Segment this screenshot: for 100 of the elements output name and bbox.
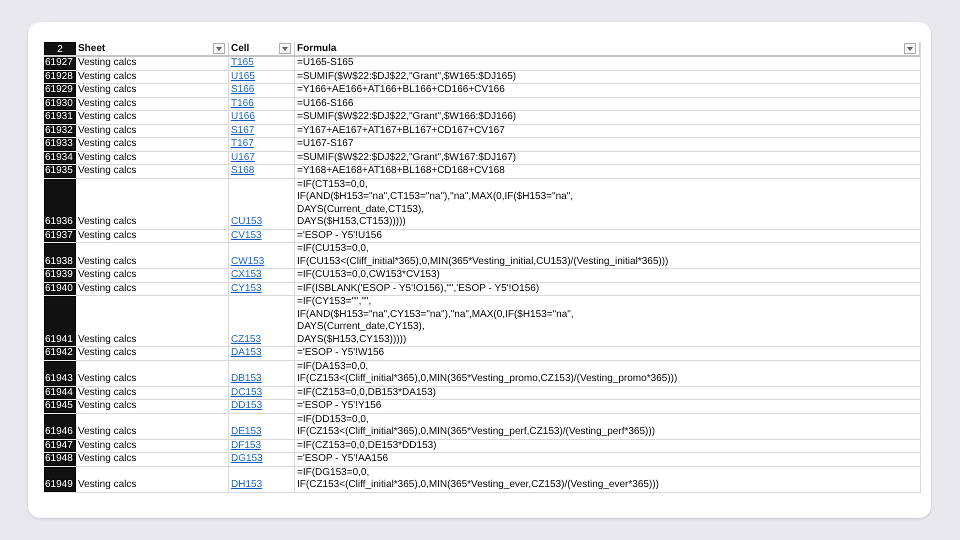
row-number: 61945 xyxy=(44,400,76,412)
caret-icon xyxy=(216,46,222,50)
cell-link[interactable]: S167 xyxy=(231,124,254,137)
table-cell: Vesting calcs xyxy=(78,453,136,466)
row-number: 61946 xyxy=(44,414,76,438)
table-cell: Vesting calcs xyxy=(78,334,136,346)
caret-icon xyxy=(282,46,288,50)
row-number: 61937 xyxy=(44,230,76,242)
formula-text: ='ESOP - Y5'!W156 xyxy=(297,347,386,360)
formula-text: =Y166+AE166+AT166+BL166+CD166+CV166 xyxy=(297,84,506,96)
row-number: 61935 xyxy=(44,165,76,178)
table-cell: Vesting calcs xyxy=(78,70,136,83)
cell-link[interactable]: CV153 xyxy=(231,230,262,242)
formula-text: =IF(DD153=0,0, xyxy=(297,414,370,426)
cell-link[interactable]: DC153 xyxy=(231,386,262,399)
cell-link[interactable]: U166 xyxy=(231,111,255,124)
row-number: 61941 xyxy=(44,296,76,346)
formula-text: DAYS($H153,CY153))))) xyxy=(297,334,408,346)
row-number: 61927 xyxy=(44,57,76,70)
formula-text: =SUMIF($W$22:$DJ$22,"Grant",$W167:$DJ167) xyxy=(297,152,518,164)
table-cell: Vesting calcs xyxy=(78,386,136,399)
row-number: 61939 xyxy=(44,269,76,282)
formula-text: =IF(ISBLANK('ESOP - Y5'!O156),"",'ESOP - Y5'!O156) xyxy=(297,282,540,295)
formula-text: =U165-S165 xyxy=(297,57,354,70)
row-number: 61931 xyxy=(44,111,76,124)
formula-text: =U167-S167 xyxy=(297,138,354,150)
row-number: 61944 xyxy=(44,386,76,399)
cell-link[interactable]: CY153 xyxy=(231,282,262,295)
table-cell: Vesting calcs xyxy=(78,347,136,360)
formula-text: =IF(CT153=0,0, xyxy=(297,178,369,191)
cell-link[interactable]: DB153 xyxy=(231,373,262,386)
cell-link[interactable]: U165 xyxy=(231,70,255,83)
table-cell: Vesting calcs xyxy=(78,256,136,268)
table-cell: Vesting calcs xyxy=(78,152,136,164)
table-cell: Vesting calcs xyxy=(78,98,136,110)
cell-link[interactable]: DE153 xyxy=(231,426,262,438)
filter-dropdown-button[interactable] xyxy=(213,43,225,54)
formula-text: =IF(DA153=0,0, xyxy=(297,360,370,373)
table-cell: Vesting calcs xyxy=(78,373,136,386)
formula-text: IF(CZ153<(Cliff_initial*365),0,MIN(365*Vesting_promo,CZ153)/(Vesting_promo*365))) xyxy=(297,373,678,386)
cell-link[interactable]: S166 xyxy=(231,84,254,96)
row-number: 61929 xyxy=(44,84,76,96)
cell-link[interactable]: CZ153 xyxy=(231,334,262,346)
table-cell: Vesting calcs xyxy=(78,230,136,242)
table-cell: Vesting calcs xyxy=(78,138,136,150)
cell-link[interactable]: CU153 xyxy=(231,216,262,228)
row-number: 61940 xyxy=(44,282,76,295)
cell-link[interactable]: DA153 xyxy=(231,347,262,360)
row-number: 61932 xyxy=(44,124,76,137)
cell-link[interactable]: T167 xyxy=(231,138,254,150)
formula-text: IF(CZ153<(Cliff_initial*365),0,MIN(365*Vesting_ever,CZ153)/(Vesting_ever*365))) xyxy=(297,479,660,492)
row-number: 61943 xyxy=(44,360,76,386)
formula-text: =SUMIF($W$22:$DJ$22,"Grant",$W166:$DJ166) xyxy=(297,111,518,124)
row-number: 61949 xyxy=(44,466,76,492)
table-cell: Vesting calcs xyxy=(78,269,136,282)
cell-link[interactable]: DD153 xyxy=(231,400,262,412)
formula-text: DAYS(Current_date,CY153), xyxy=(297,321,426,334)
cell-link[interactable]: T166 xyxy=(231,98,254,110)
table-cell: Vesting calcs xyxy=(78,124,136,137)
cell-link[interactable]: CX153 xyxy=(231,269,262,282)
caret-icon xyxy=(907,46,913,50)
formula-text: =IF(CZ153=0,0,DE153*DD153) xyxy=(297,440,438,452)
row-header: 2 xyxy=(44,42,76,55)
formula-text: =Y168+AE168+AT168+BL168+CD168+CV168 xyxy=(297,165,506,178)
formula-text: =IF(CU153=0,0, xyxy=(297,243,370,256)
formula-text: =IF(CY153="","", xyxy=(297,296,372,308)
formula-text: =IF(DG153=0,0, xyxy=(297,466,370,479)
formula-text: IF(CU153<(Cliff_initial*365),0,MIN(365*Vesting_initial,CU153)/(Vesting_initial*365))) xyxy=(297,256,670,268)
cell-link[interactable]: DH153 xyxy=(231,479,262,492)
formula-text: =IF(CZ153=0,0,DB153*DA153) xyxy=(297,386,437,399)
cell-link[interactable]: CW153 xyxy=(231,256,264,268)
formula-text: ='ESOP - Y5'!AA156 xyxy=(297,453,390,466)
row-number: 61948 xyxy=(44,453,76,466)
cell-link[interactable]: DF153 xyxy=(231,440,262,452)
column-header: Sheet xyxy=(78,42,106,56)
row-number: 61928 xyxy=(44,70,76,83)
cell-link[interactable]: DG153 xyxy=(231,453,263,466)
formula-text: =Y167+AE167+AT167+BL167+CD167+CV167 xyxy=(297,124,506,137)
row-number: 61942 xyxy=(44,347,76,360)
table-cell: Vesting calcs xyxy=(78,57,136,70)
cell-link[interactable]: U167 xyxy=(231,152,255,164)
formula-text: IF(CZ153<(Cliff_initial*365),0,MIN(365*Vesting_perf,CZ153)/(Vesting_perf*365))) xyxy=(297,426,656,438)
row-number: 61936 xyxy=(44,178,76,228)
formula-text: =SUMIF($W$22:$DJ$22,"Grant",$W165:$DJ165) xyxy=(297,70,518,83)
cell-link[interactable]: S168 xyxy=(231,165,254,178)
formula-text: DAYS($H153,CT153))))) xyxy=(297,216,407,228)
row-number: 61934 xyxy=(44,152,76,164)
table-cell: Vesting calcs xyxy=(78,84,136,96)
formula-text: ='ESOP - Y5'!Y156 xyxy=(297,400,382,412)
formula-text: IF(AND($H153="na",CT153="na"),"na",MAX(0,IF($H153="na", xyxy=(297,191,574,204)
cell-link[interactable]: T165 xyxy=(231,57,254,70)
table-cell: Vesting calcs xyxy=(78,165,136,178)
row-number: 61947 xyxy=(44,440,76,452)
filter-dropdown-button[interactable] xyxy=(279,43,291,54)
formula-text: =U166-S166 xyxy=(297,98,354,110)
row-number: 61933 xyxy=(44,138,76,150)
filter-dropdown-button[interactable] xyxy=(904,43,916,54)
column-header: Formula xyxy=(297,42,336,56)
table-cell: Vesting calcs xyxy=(78,216,136,228)
column-header: Cell xyxy=(231,42,250,56)
